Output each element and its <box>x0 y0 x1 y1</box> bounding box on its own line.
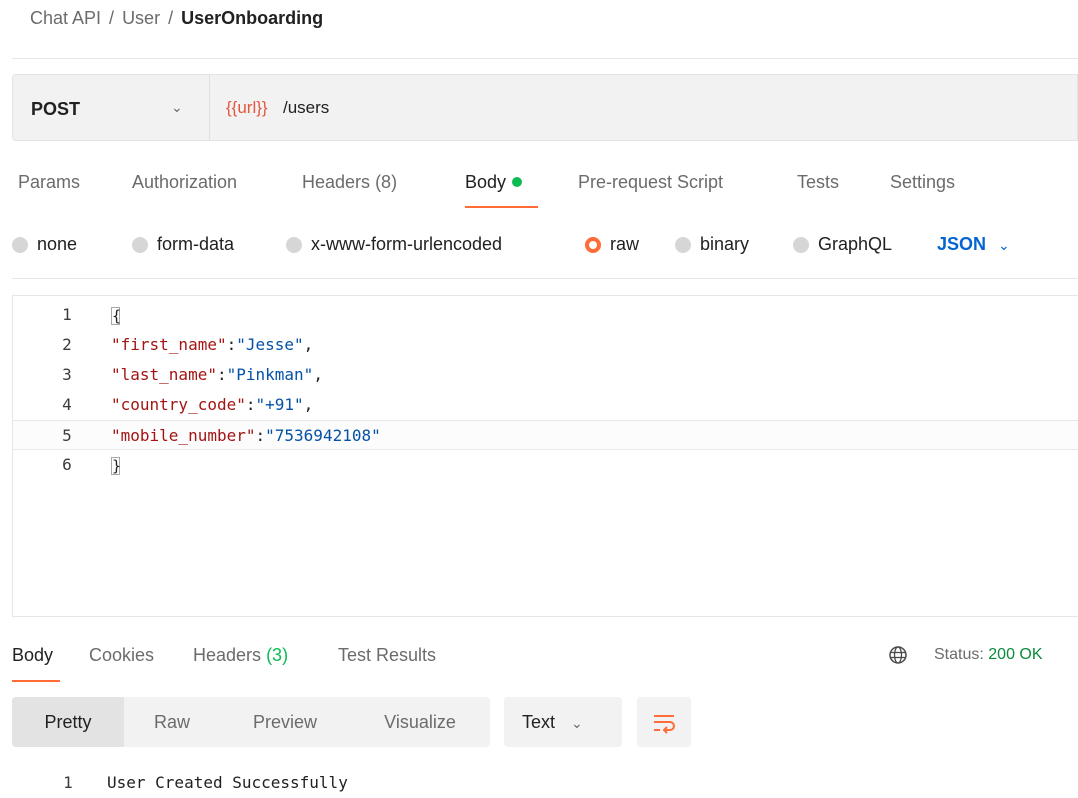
method-select[interactable]: POST <box>31 99 80 120</box>
radio-label: binary <box>700 234 750 254</box>
close-brace: } <box>111 456 122 475</box>
radio-binary[interactable]: binary <box>675 234 749 255</box>
json-value: "Jesse" <box>236 335 304 354</box>
breadcrumb-separator: / <box>168 8 174 28</box>
breadcrumb: Chat API / User / UserOnboarding <box>30 8 323 29</box>
language-select[interactable]: JSON ⌄ <box>937 234 1010 255</box>
active-tab-indicator <box>12 680 60 682</box>
tab-headers[interactable]: Headers (8) <box>302 172 397 193</box>
response-tab-headers-label: Headers <box>193 645 262 665</box>
status-label: Status: <box>934 646 984 663</box>
request-bar: POST ⌄ {{url}} /users <box>12 74 1078 141</box>
response-tab-cookies[interactable]: Cookies <box>89 645 154 666</box>
code-line: 6 } <box>13 450 1078 480</box>
response-tab-test-results[interactable]: Test Results <box>338 645 436 666</box>
chevron-down-icon: ⌄ <box>998 237 1010 253</box>
response-tab-headers-count: (3) <box>266 645 289 665</box>
response-tab-headers[interactable]: Headers (3) <box>193 645 288 666</box>
radio-raw[interactable]: raw <box>585 234 639 255</box>
json-key: "first_name" <box>111 335 227 354</box>
language-label: JSON <box>937 234 987 254</box>
radio-label: x-www-form-urlencoded <box>311 234 503 254</box>
radio-circle <box>132 236 148 253</box>
view-raw-button[interactable]: Raw <box>124 697 220 747</box>
radio-graphql[interactable]: GraphQL <box>793 234 892 255</box>
radio-circle <box>675 236 691 253</box>
radio-circle <box>286 236 302 253</box>
code-line: 2 "first_name":"Jesse", <box>13 330 1078 360</box>
radio-circle-selected <box>585 236 601 253</box>
json-comma: , <box>303 395 314 414</box>
radio-circle <box>793 236 809 253</box>
line-number: 6 <box>62 455 72 474</box>
json-colon: : <box>255 426 266 445</box>
chevron-down-icon: ⌄ <box>571 715 583 731</box>
tab-headers-count: (8) <box>375 172 398 192</box>
tab-params[interactable]: Params <box>18 172 80 193</box>
tab-tests[interactable]: Tests <box>797 172 839 193</box>
format-label: Text <box>522 712 556 732</box>
radio-label: form-data <box>157 234 235 254</box>
line-number: 5 <box>62 426 72 445</box>
active-tab-indicator <box>465 206 538 208</box>
wrap-lines-icon <box>654 715 675 734</box>
tab-headers-label: Headers <box>302 172 371 192</box>
breadcrumb-separator: / <box>109 8 115 28</box>
radio-label: none <box>37 234 78 254</box>
divider <box>209 75 210 140</box>
tab-authorization[interactable]: Authorization <box>132 172 237 193</box>
line-number: 2 <box>62 335 72 354</box>
radio-x-www-form-urlencoded[interactable]: x-www-form-urlencoded <box>286 234 502 255</box>
line-number: 3 <box>62 365 72 384</box>
radio-label: GraphQL <box>818 234 893 254</box>
tab-pre-request-script[interactable]: Pre-request Script <box>578 172 723 193</box>
line-number: 1 <box>62 305 72 324</box>
json-key: "country_code" <box>111 395 246 414</box>
json-key: "mobile_number" <box>111 426 256 445</box>
code-editor[interactable]: 1 { 2 "first_name":"Jesse", 3 "last_name… <box>12 295 1078 617</box>
json-colon: : <box>216 365 227 384</box>
chevron-down-icon[interactable]: ⌄ <box>171 99 183 116</box>
json-value: "7536942108" <box>265 426 381 445</box>
divider <box>12 58 1078 59</box>
radio-form-data[interactable]: form-data <box>132 234 234 255</box>
globe-icon[interactable] <box>888 645 908 665</box>
tab-settings[interactable]: Settings <box>890 172 955 193</box>
wrap-lines-button[interactable] <box>637 697 691 747</box>
json-colon: : <box>226 335 237 354</box>
radio-none[interactable]: none <box>12 234 77 255</box>
code-line: 4 "country_code":"+91", <box>13 390 1078 420</box>
json-key: "last_name" <box>111 365 217 384</box>
view-preview-button[interactable]: Preview <box>220 697 350 747</box>
view-pretty-button[interactable]: Pretty <box>12 697 124 747</box>
line-number: 4 <box>62 395 72 414</box>
url-input[interactable]: /users <box>283 98 329 118</box>
view-mode-group: Pretty Raw Preview Visualize <box>12 697 490 747</box>
radio-label: raw <box>610 234 640 254</box>
json-comma: , <box>303 335 314 354</box>
open-brace: { <box>111 306 122 325</box>
code-line-current: 5 "mobile_number":"7536942108" <box>13 420 1078 450</box>
tab-body-label: Body <box>465 172 507 192</box>
response-tab-body[interactable]: Body <box>12 645 53 666</box>
status-code: 200 OK <box>988 646 1043 663</box>
breadcrumb-folder[interactable]: User <box>122 8 160 29</box>
view-visualize-button[interactable]: Visualize <box>350 697 490 747</box>
response-format-select[interactable]: Text ⌄ <box>504 697 622 747</box>
divider <box>12 278 1078 279</box>
tab-body[interactable]: Body <box>465 172 523 193</box>
json-comma: , <box>313 365 323 384</box>
response-status[interactable]: Status: 200 OK <box>934 646 1043 664</box>
code-line: 1 { <box>13 300 1078 330</box>
url-variable[interactable]: {{url}} <box>226 98 268 118</box>
json-value: "Pinkman" <box>226 365 314 384</box>
breadcrumb-collection[interactable]: Chat API <box>30 8 101 29</box>
breadcrumb-current-request[interactable]: UserOnboarding <box>181 8 323 29</box>
radio-circle <box>12 236 28 253</box>
json-value: "+91" <box>255 395 304 414</box>
code-line: 3 "last_name":"Pinkman", <box>13 360 1078 390</box>
modified-dot-icon <box>512 177 523 187</box>
json-colon: : <box>245 395 256 414</box>
